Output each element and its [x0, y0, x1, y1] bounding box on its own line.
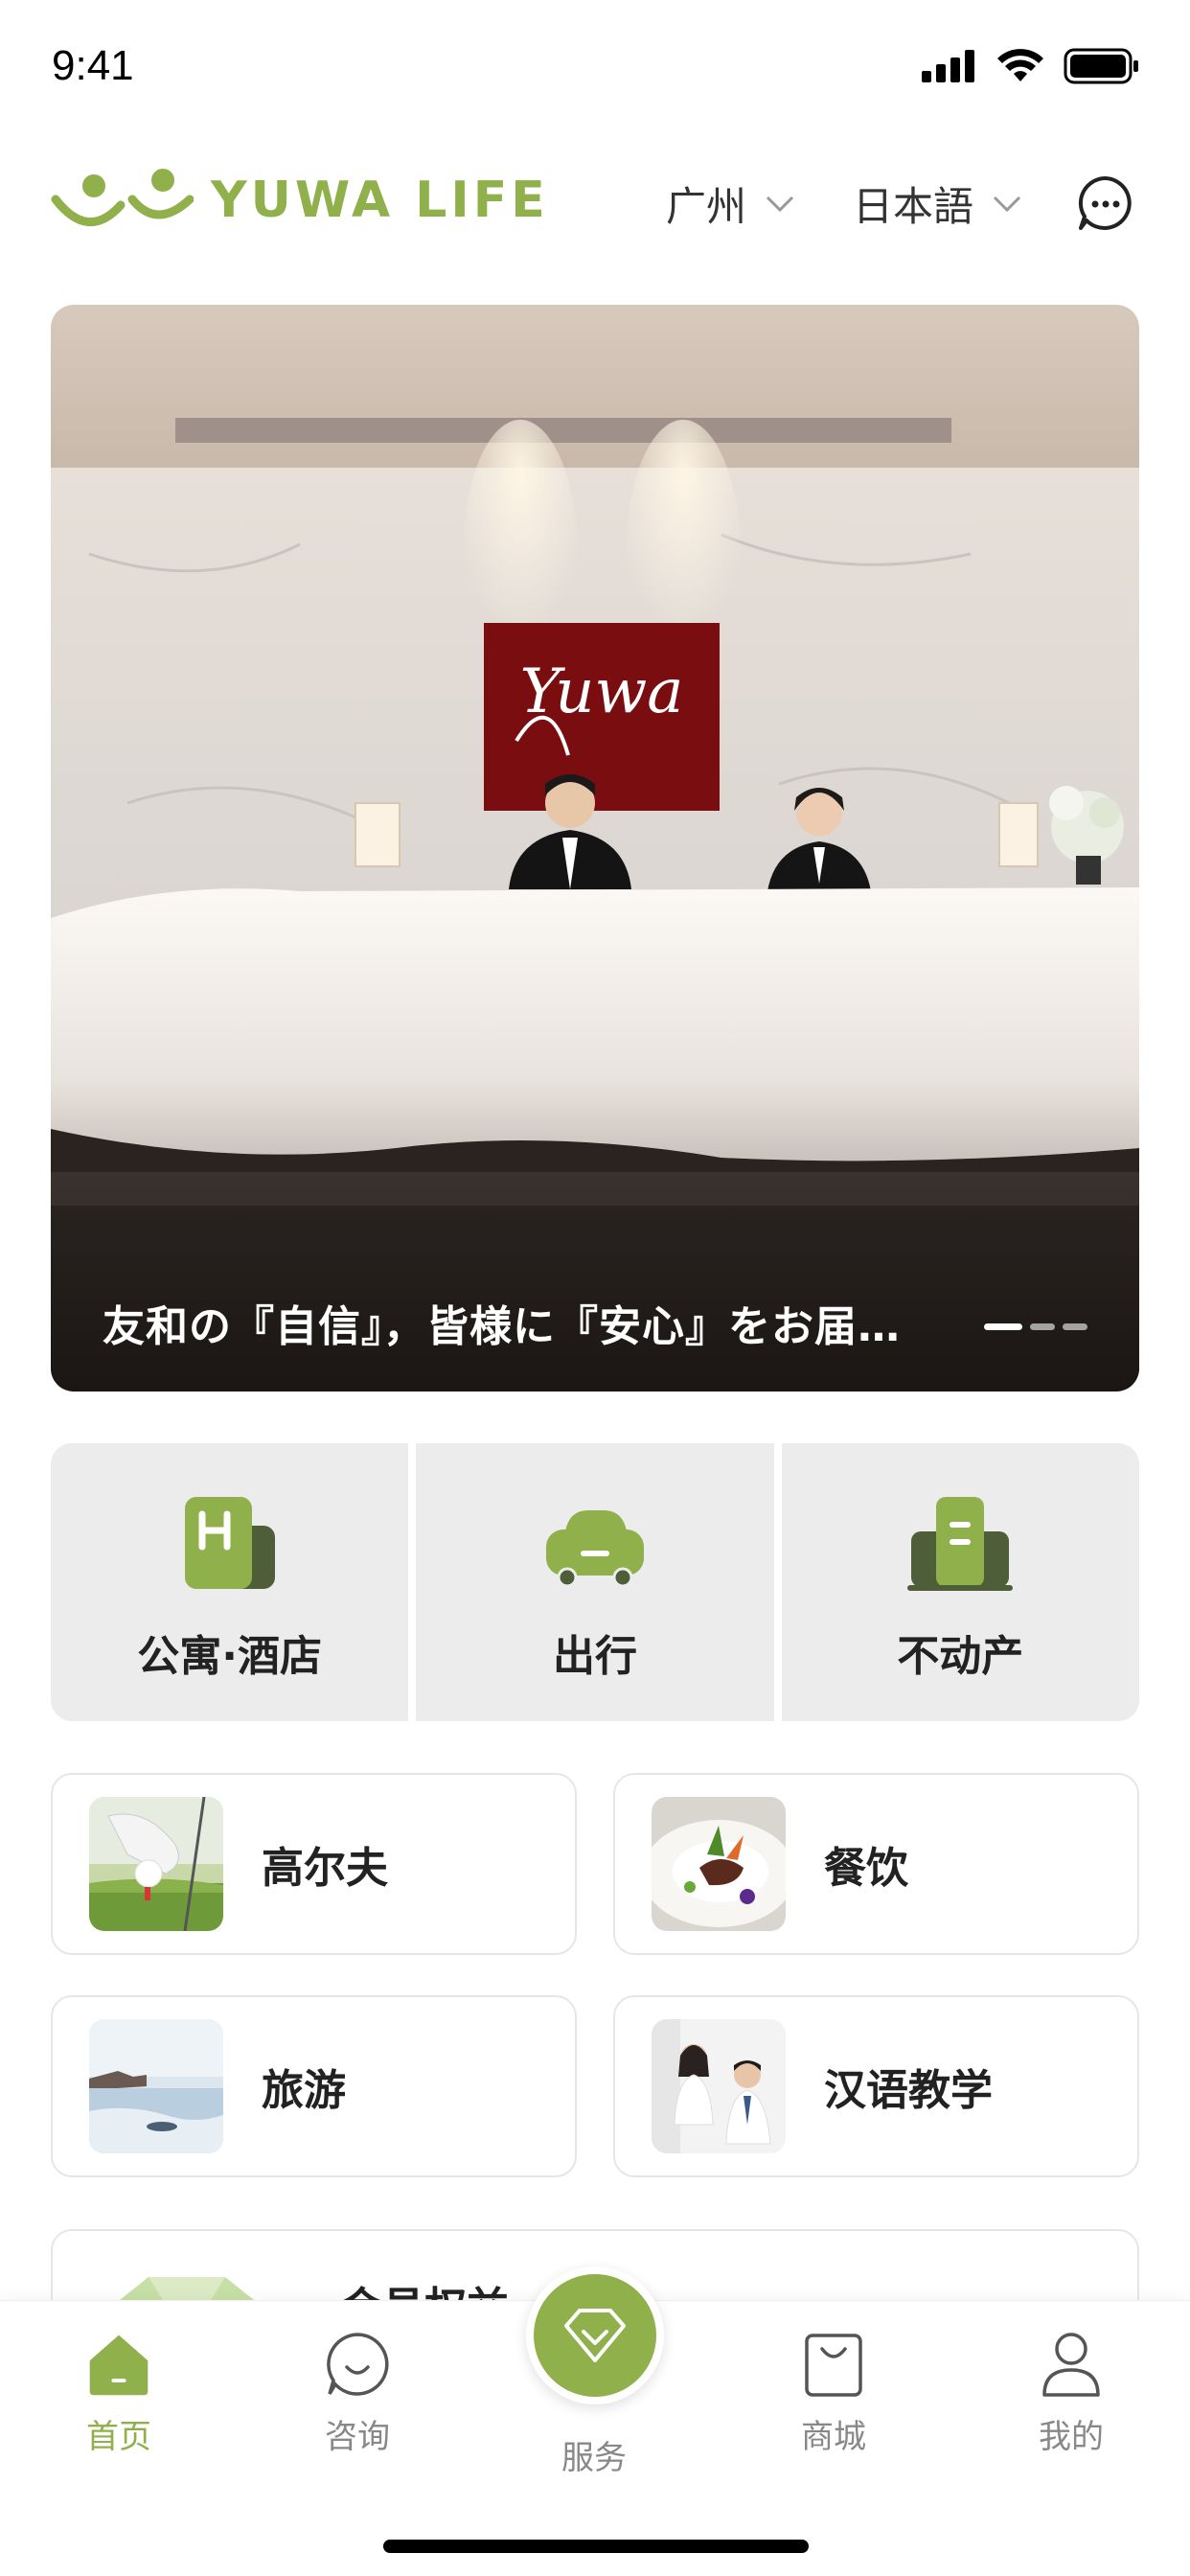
building-icon — [907, 1493, 1014, 1598]
logo-text: YUWA LIFE — [211, 172, 549, 229]
service-hotel[interactable]: 公寓·酒店 — [51, 1443, 409, 1721]
city-label: 广州 — [666, 183, 747, 230]
home-icon — [84, 2330, 153, 2399]
service-real-estate-label: 不动产 — [897, 1632, 1024, 1681]
logo: YUWA LIFE — [50, 167, 549, 234]
category-travel[interactable]: 旅游 — [51, 1995, 577, 2177]
primary-services: 公寓·酒店 出行 不动产 — [51, 1443, 1139, 1721]
tab-consult-label: 咨询 — [325, 2418, 390, 2456]
shopping-bag-icon — [799, 2330, 868, 2399]
category-dining-label: 餐饮 — [824, 1844, 908, 1893]
chevron-down-icon — [766, 196, 794, 212]
banner-caption: 友和の『自信』，皆様に『安心』をお届… — [103, 1302, 901, 1351]
status-bar: 9:41 — [0, 0, 1190, 134]
tab-mall[interactable]: 商城 — [757, 2330, 910, 2457]
carousel-dot — [1030, 1323, 1055, 1330]
app-header: YUWA LIFE 广州 日本語 — [0, 153, 1190, 259]
message-icon — [1078, 175, 1132, 230]
carousel-dot-active — [984, 1323, 1022, 1330]
category-travel-label: 旅游 — [262, 2066, 346, 2115]
diamond-icon — [564, 2309, 626, 2362]
category-chinese-teaching[interactable]: 汉语教学 — [613, 1995, 1139, 2177]
tab-home-label: 首页 — [86, 2418, 151, 2456]
hotel-icon — [177, 1493, 283, 1598]
battery-icon — [1064, 48, 1138, 84]
wifi-icon — [997, 49, 1043, 81]
signal-icon — [922, 50, 974, 82]
category-grid: 高尔夫 餐饮 旅游 汉语教学 — [51, 1773, 1139, 2177]
golf-photo — [89, 1797, 223, 1931]
bottom-tab-bar: 首页 咨询 服务 商城 我的 — [0, 2266, 1190, 2576]
category-chinese-teaching-label: 汉语教学 — [824, 2066, 993, 2115]
service-hotel-label: 公寓·酒店 — [137, 1632, 323, 1681]
language-selector[interactable]: 日本語 — [853, 174, 1021, 233]
home-indicator — [383, 2540, 809, 2553]
chat-bubble-icon — [323, 2330, 392, 2399]
car-icon — [542, 1493, 648, 1598]
tab-home[interactable]: 首页 — [42, 2330, 195, 2457]
carousel-indicator — [984, 1323, 1087, 1330]
city-selector[interactable]: 广州 — [666, 174, 794, 233]
message-button[interactable] — [1077, 174, 1134, 232]
status-icons — [922, 48, 1140, 84]
tab-mine[interactable]: 我的 — [995, 2330, 1148, 2457]
user-icon — [1037, 2330, 1106, 2399]
status-time: 9:41 — [52, 42, 134, 89]
carousel-dot — [1063, 1323, 1087, 1330]
teaching-photo — [652, 2019, 786, 2153]
tab-consult[interactable]: 咨询 — [281, 2330, 434, 2457]
service-real-estate[interactable]: 不动产 — [781, 1443, 1139, 1721]
service-transport[interactable]: 出行 — [416, 1443, 774, 1721]
service-center-button[interactable] — [526, 2266, 664, 2404]
beach-photo — [89, 2019, 223, 2153]
category-dining[interactable]: 餐饮 — [613, 1773, 1139, 1955]
dish-photo — [652, 1797, 786, 1931]
tab-mine-label: 我的 — [1039, 2418, 1104, 2456]
category-golf-label: 高尔夫 — [262, 1844, 388, 1893]
banner-carousel[interactable]: Yuwa 友和の『自信』，皆様に『安心』をお届… — [51, 305, 1139, 1392]
tab-mall-label: 商城 — [801, 2418, 866, 2456]
category-golf[interactable]: 高尔夫 — [51, 1773, 577, 1955]
service-transport-label: 出行 — [552, 1632, 637, 1681]
language-label: 日本語 — [853, 183, 974, 230]
banner-photo: Yuwa — [51, 305, 1139, 1392]
logo-icon — [51, 169, 194, 226]
tab-service-label: 服务 — [561, 2439, 627, 2477]
chevron-down-icon — [993, 196, 1021, 212]
